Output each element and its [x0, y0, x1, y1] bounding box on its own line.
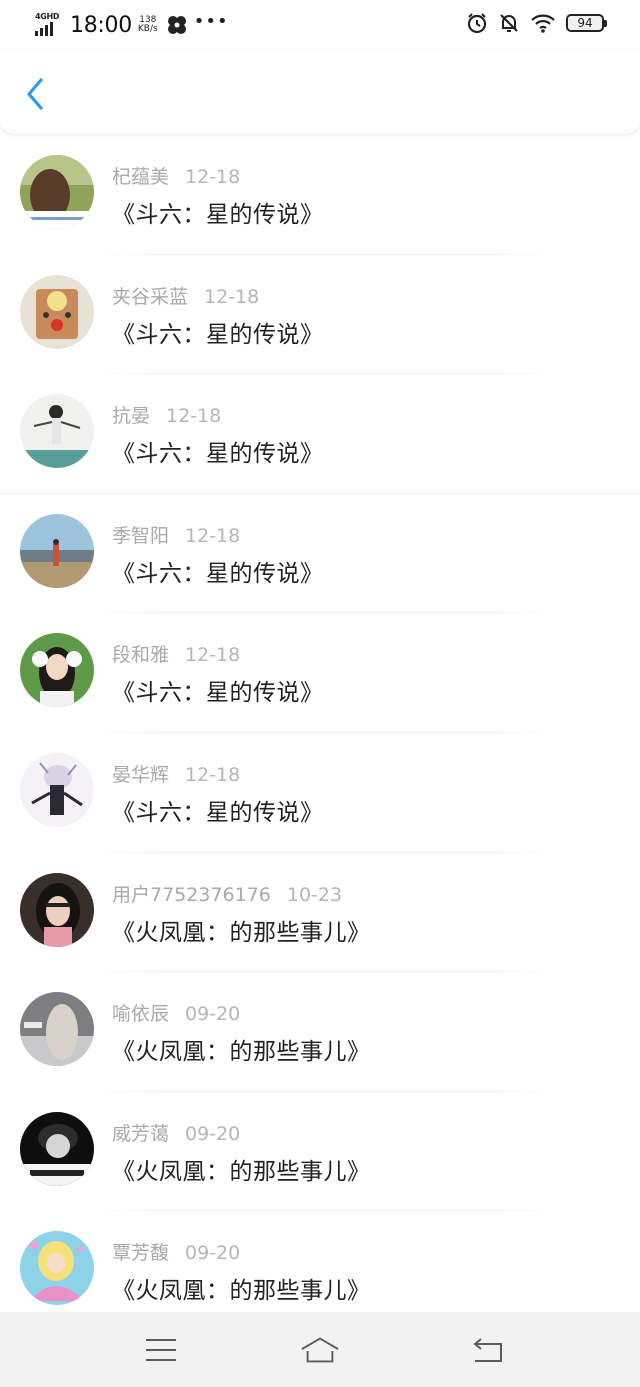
home-icon — [301, 1337, 339, 1363]
avatar-photo-5 — [20, 633, 94, 708]
comment-meta: 威芳蔼 09-20 — [112, 1119, 240, 1146]
date: 12-18 — [204, 285, 260, 308]
comment-meta: 季智阳 12-18 — [112, 521, 240, 548]
username[interactable]: 覃芳馥 — [112, 1242, 169, 1264]
username[interactable]: 喻依辰 — [112, 1003, 169, 1025]
comment-meta: 用户7752376176 10-23 — [112, 880, 342, 907]
username[interactable]: 杞蕴美 — [112, 166, 169, 188]
avatar-photo-7 — [20, 872, 94, 947]
network-speed: 138 KB/s — [138, 16, 158, 34]
username[interactable]: 夹谷采蓝 — [112, 286, 188, 308]
avatar-photo-1 — [20, 155, 94, 229]
fan-icon — [167, 16, 186, 34]
menu-button[interactable] — [141, 1330, 181, 1370]
username[interactable]: 晏华辉 — [112, 764, 169, 786]
avatar-photo-9 — [20, 1111, 94, 1186]
avatar-photo-3 — [20, 394, 94, 469]
list-item[interactable]: 喻依辰 09-20 《火凤凰：的那些事儿》 — [0, 972, 640, 1092]
avatar-photo-6 — [20, 752, 94, 827]
wifi-icon — [531, 14, 555, 33]
avatar[interactable] — [20, 1231, 94, 1306]
list-item[interactable]: 夹谷采蓝 12-18 《斗六：星的传说》 — [0, 255, 640, 375]
book-title[interactable]: 《火凤凰：的那些事儿》 — [112, 1032, 371, 1066]
avatar[interactable] — [20, 1111, 94, 1186]
status-time: 18:00 — [70, 12, 132, 38]
username[interactable]: 段和雅 — [112, 644, 169, 666]
date: 12-18 — [185, 763, 241, 786]
book-title[interactable]: 《斗六：星的传说》 — [112, 554, 324, 588]
avatar[interactable] — [20, 513, 94, 588]
alarm-icon — [467, 13, 487, 34]
speed-unit: KB/s — [137, 24, 158, 34]
back-button[interactable] — [18, 74, 52, 114]
username[interactable]: 用户7752376176 — [112, 884, 271, 906]
list-item[interactable]: 用户7752376176 10-23 《火凤凰：的那些事儿》 — [0, 853, 640, 973]
book-title[interactable]: 《火凤凰：的那些事儿》 — [112, 1271, 371, 1305]
comment-meta: 杞蕴美 12-18 — [112, 162, 240, 189]
date: 12-18 — [185, 166, 241, 188]
book-title[interactable]: 《火凤凰：的那些事儿》 — [112, 1152, 371, 1186]
comment-meta: 夹谷采蓝 12-18 — [112, 282, 259, 309]
avatar-photo-8 — [20, 992, 94, 1067]
back-return-icon — [474, 1338, 502, 1362]
signal-icon: 4GHD — [35, 12, 63, 38]
nav-header — [0, 50, 640, 134]
avatar[interactable] — [20, 752, 94, 827]
date: 09-20 — [185, 1003, 241, 1026]
list-item[interactable]: 季智阳 12-18 《斗六：星的传说》 — [0, 494, 640, 614]
back-nav-button[interactable] — [468, 1330, 508, 1370]
username[interactable]: 威芳蔼 — [112, 1123, 169, 1145]
avatar[interactable] — [20, 155, 94, 229]
avatar[interactable] — [20, 274, 94, 349]
avatar[interactable] — [20, 394, 94, 469]
chevron-left-icon — [27, 78, 43, 110]
avatar[interactable] — [20, 872, 94, 947]
status-left: 4GHD 18:00 138 KB/s ••• — [35, 10, 229, 40]
menu-icon — [146, 1339, 176, 1361]
more-dots-icon: ••• — [193, 11, 229, 32]
battery-level: 94 — [577, 16, 593, 30]
date: 09-20 — [185, 1122, 241, 1145]
list-item[interactable]: 杞蕴美 12-18 《斗六：星的传说》 — [0, 135, 640, 255]
date: 12-18 — [166, 405, 222, 428]
avatar[interactable] — [20, 992, 94, 1067]
comment-list: 杞蕴美 12-18 《斗六：星的传说》 夹谷采蓝 12-18 《斗六：星的传说》 — [0, 135, 640, 1331]
status-right: 94 — [466, 12, 607, 34]
list-item[interactable]: 威芳蔼 09-20 《火凤凰：的那些事儿》 — [0, 1092, 640, 1212]
list-item[interactable]: 晏华辉 12-18 《斗六：星的传说》 — [0, 733, 640, 853]
avatar-photo-10 — [20, 1231, 94, 1306]
comment-meta: 覃芳馥 09-20 — [112, 1238, 240, 1265]
comment-meta: 抗晏 12-18 — [112, 401, 221, 428]
book-title[interactable]: 《斗六：星的传说》 — [112, 195, 324, 229]
comment-meta: 段和雅 12-18 — [112, 640, 240, 667]
battery-icon: 94 — [566, 14, 607, 32]
list-item[interactable]: 段和雅 12-18 《斗六：星的传说》 — [0, 613, 640, 733]
date: 10-23 — [286, 883, 343, 906]
username[interactable]: 抗晏 — [112, 405, 150, 427]
book-title[interactable]: 《斗六：星的传说》 — [112, 315, 324, 349]
comment-meta: 晏华辉 12-18 — [112, 760, 240, 787]
status-bar: 4GHD 18:00 138 KB/s ••• 94 — [0, 0, 640, 50]
book-title[interactable]: 《斗六：星的传说》 — [112, 673, 324, 707]
avatar-photo-4 — [20, 513, 94, 588]
home-button[interactable] — [300, 1330, 340, 1370]
network-type: 4GHD — [35, 12, 60, 21]
list-item[interactable]: 抗晏 12-18 《斗六：星的传说》 — [0, 374, 640, 494]
avatar-photo-2 — [20, 274, 94, 349]
book-title[interactable]: 《斗六：星的传说》 — [112, 793, 324, 827]
comment-meta: 喻依辰 09-20 — [112, 999, 240, 1026]
username[interactable]: 季智阳 — [112, 525, 169, 547]
date: 12-18 — [185, 644, 241, 667]
book-title[interactable]: 《斗六：星的传说》 — [112, 434, 324, 468]
avatar[interactable] — [20, 633, 94, 708]
bell-muted-icon — [500, 14, 518, 32]
date: 12-18 — [185, 524, 241, 547]
date: 09-20 — [185, 1242, 241, 1265]
system-nav-bar — [0, 1312, 640, 1387]
book-title[interactable]: 《火凤凰：的那些事儿》 — [112, 913, 371, 947]
